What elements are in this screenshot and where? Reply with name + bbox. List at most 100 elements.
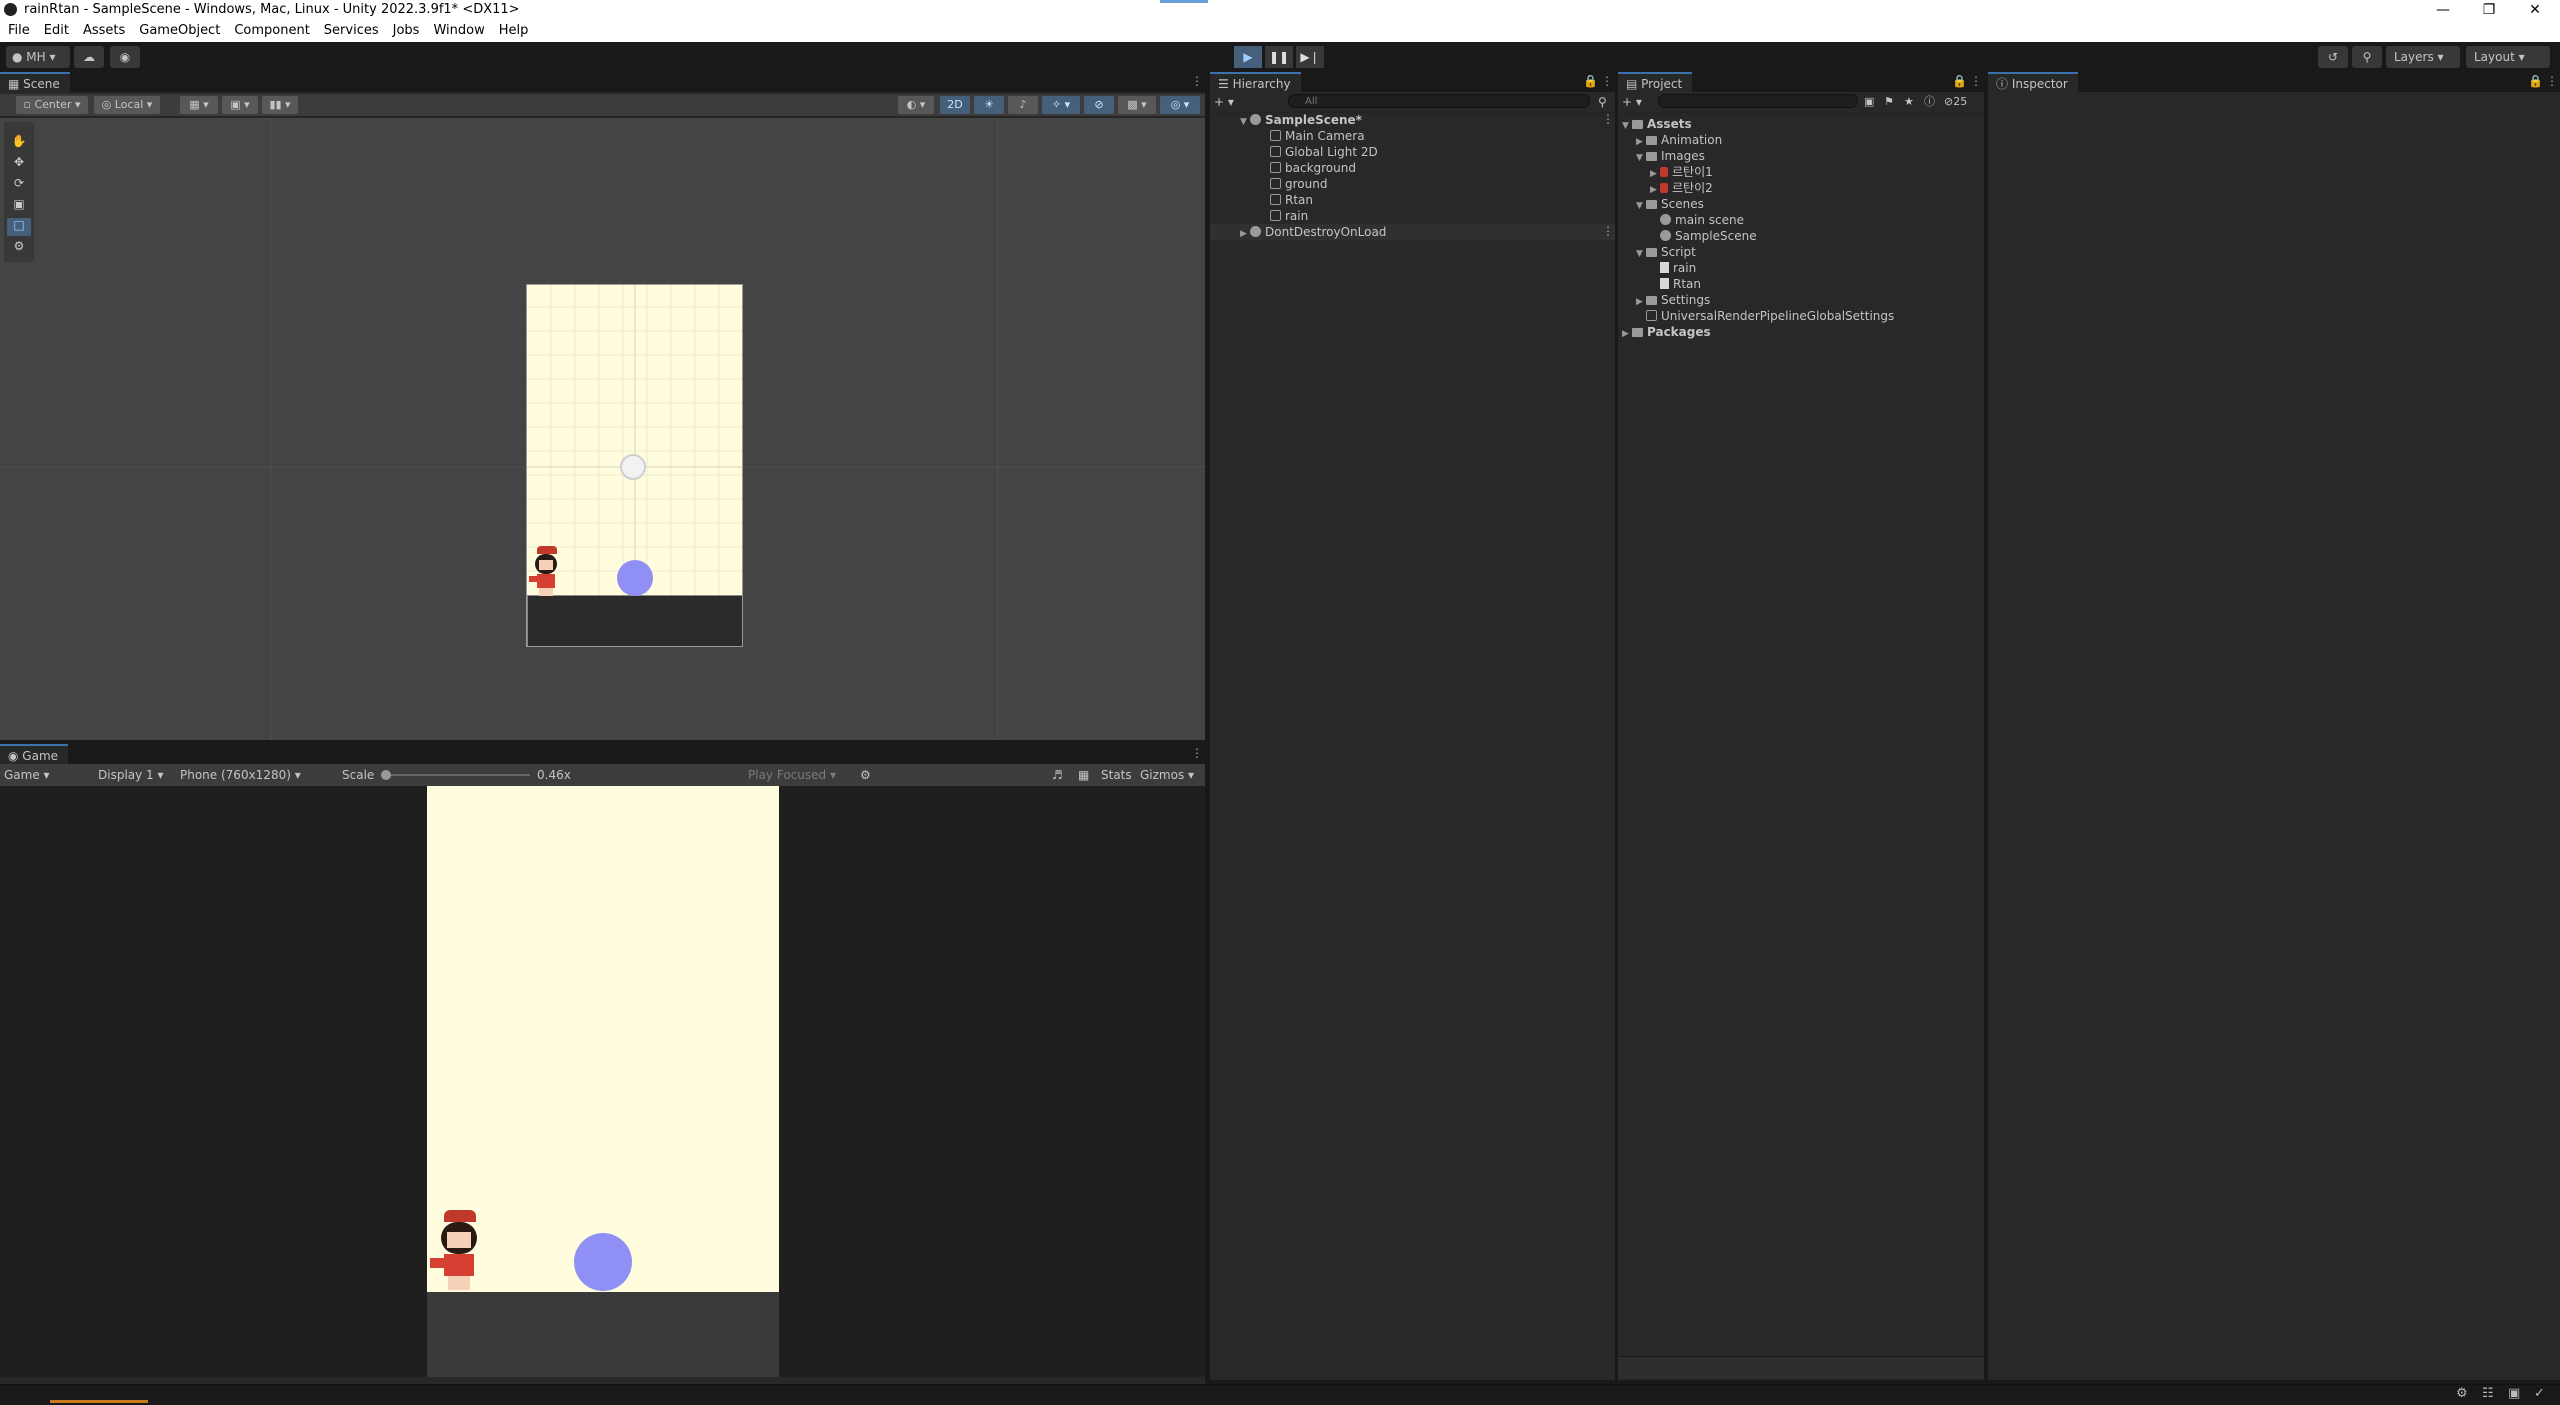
stats-button[interactable]: Stats xyxy=(1101,764,1132,786)
project-item-scenes[interactable]: ▼ Scenes xyxy=(1636,196,1704,212)
search-by-label-icon[interactable]: ⚑ xyxy=(1884,92,1894,112)
expand-arrow-icon[interactable]: ▶ xyxy=(1636,294,1646,310)
project-item-packages[interactable]: ▶ Packages xyxy=(1622,324,1711,340)
gizmos-icon[interactable]: ◎ ▾ xyxy=(1160,96,1200,114)
project-item-settings[interactable]: ▶ Settings xyxy=(1636,292,1710,308)
hierarchy-item-rtan[interactable]: Rtan xyxy=(1270,192,1313,208)
align-icon[interactable]: ▮▮ ▾ xyxy=(262,96,298,114)
draw-mode-icon[interactable]: ◐ ▾ xyxy=(898,96,934,114)
project-search-input[interactable] xyxy=(1658,94,1858,108)
menu-component[interactable]: Component xyxy=(227,20,316,42)
collab-icon[interactable]: ◉ xyxy=(110,46,140,68)
info-icon[interactable]: ⓘ xyxy=(1924,92,1935,112)
project-menu-icon[interactable]: ⋮ xyxy=(1970,74,1982,88)
menu-gameobject[interactable]: GameObject xyxy=(132,20,227,42)
expand-arrow-icon[interactable]: ▼ xyxy=(1636,150,1646,166)
game-mode-dropdown[interactable]: Game ▾ xyxy=(4,764,50,786)
hierarchy-add-button[interactable]: + ▾ xyxy=(1214,92,1234,112)
scene-menu-icon[interactable]: ⋮ xyxy=(1191,74,1203,88)
hand-tool-icon[interactable]: ✋ xyxy=(7,134,31,152)
hidden-objects-icon[interactable]: ⊘ xyxy=(1084,96,1114,114)
search-icon[interactable]: ⚲ xyxy=(2352,46,2382,68)
menu-services[interactable]: Services xyxy=(317,20,386,42)
expand-arrow-icon[interactable]: ▼ xyxy=(1636,198,1646,214)
scene-view[interactable]: ✋ ✥ ⟳ ▣ □ ⚙ xyxy=(0,118,1205,740)
ddol-options-icon[interactable]: ⋮ xyxy=(1602,224,1614,238)
scene-options-icon[interactable]: ⋮ xyxy=(1602,112,1614,126)
hidden-packages-icon[interactable]: ⊘25 xyxy=(1944,92,1967,112)
play-button[interactable]: ▶ xyxy=(1234,46,1262,68)
project-item-main-scene[interactable]: main scene xyxy=(1660,212,1744,228)
project-item-script[interactable]: ▼ Script xyxy=(1636,244,1696,260)
move-tool-icon[interactable]: ✥ xyxy=(7,155,31,173)
hierarchy-filter-icon[interactable]: ⚲ xyxy=(1598,92,1607,112)
project-item-samplescene[interactable]: SampleScene xyxy=(1660,228,1757,244)
menu-help[interactable]: Help xyxy=(492,20,536,42)
hierarchy-menu-icon[interactable]: ⋮ xyxy=(1601,74,1613,88)
rect-tool-icon[interactable]: □ xyxy=(7,218,31,236)
status-bug-icon[interactable]: ⚙ xyxy=(2456,1386,2468,1401)
scale-slider[interactable] xyxy=(381,770,530,780)
scale-slider-handle[interactable] xyxy=(381,770,391,780)
gizmos-dropdown[interactable]: Gizmos ▾ xyxy=(1140,764,1194,786)
resolution-dropdown[interactable]: Phone (760x1280) ▾ xyxy=(180,764,301,786)
cloud-icon[interactable]: ☁ xyxy=(74,46,104,68)
hierarchy-item-rain[interactable]: rain xyxy=(1270,208,1308,224)
expand-arrow-icon[interactable]: ▼ xyxy=(1240,114,1250,130)
mute-audio-icon[interactable]: ♬ xyxy=(1052,764,1063,786)
project-item-image1[interactable]: ▶ 르탄이1 xyxy=(1650,164,1713,180)
project-item-rain-script[interactable]: rain xyxy=(1660,260,1696,276)
game-menu-icon[interactable]: ⋮ xyxy=(1191,746,1203,760)
effects-icon[interactable]: ✧ ▾ xyxy=(1042,96,1080,114)
maximize-button[interactable]: ❐ xyxy=(2466,0,2512,20)
expand-arrow-icon[interactable]: ▶ xyxy=(1240,226,1250,242)
hierarchy-item-samplescene[interactable]: ▼ SampleScene* xyxy=(1240,112,1362,128)
hierarchy-item-dontdestroyonload[interactable]: ▶ DontDestroyOnLoad xyxy=(1240,224,1386,240)
expand-arrow-icon[interactable]: ▼ xyxy=(1636,246,1646,262)
project-item-animation[interactable]: ▶ Animation xyxy=(1636,132,1722,148)
lighting-icon[interactable]: ☀ xyxy=(974,96,1004,114)
favorites-icon[interactable]: ★ xyxy=(1904,92,1914,112)
account-dropdown[interactable]: ● MH ▾ xyxy=(6,46,70,68)
display-dropdown[interactable]: Display 1 ▾ xyxy=(98,764,164,786)
stats-grid-icon[interactable]: ▦ xyxy=(1078,764,1089,786)
hierarchy-item-background[interactable]: background xyxy=(1270,160,1356,176)
light-gizmo-icon[interactable] xyxy=(620,454,646,480)
menu-assets[interactable]: Assets xyxy=(76,20,132,42)
inspector-menu-icon[interactable]: ⋮ xyxy=(2546,74,2558,88)
tab-inspector[interactable]: ⓘ Inspector xyxy=(1988,72,2078,92)
menu-file[interactable]: File xyxy=(0,20,37,42)
hierarchy-search-input[interactable] xyxy=(1288,94,1590,108)
pivot-dropdown[interactable]: ▫ Center ▾ xyxy=(16,96,88,114)
rain-sprite[interactable] xyxy=(617,560,653,596)
menu-window[interactable]: Window xyxy=(426,20,491,42)
tab-project[interactable]: ▤ Project xyxy=(1618,72,1693,92)
project-add-button[interactable]: + ▾ xyxy=(1622,92,1642,112)
rtan-sprite[interactable] xyxy=(527,546,565,596)
inspector-lock-icon[interactable]: 🔒 xyxy=(2528,74,2543,88)
project-lock-icon[interactable]: 🔒 xyxy=(1952,74,1967,88)
minimize-button[interactable]: — xyxy=(2420,0,2466,20)
grid-snap-icon[interactable]: ▦ ▾ xyxy=(180,96,218,114)
expand-arrow-icon[interactable]: ▼ xyxy=(1622,118,1632,134)
close-button[interactable]: ✕ xyxy=(2512,0,2558,20)
status-cache-icon[interactable]: ▣ xyxy=(2508,1386,2520,1401)
project-item-urp-settings[interactable]: UniversalRenderPipelineGlobalSettings xyxy=(1646,308,1894,324)
scale-tool-icon[interactable]: ▣ xyxy=(7,197,31,215)
play-focused-dropdown[interactable]: Play Focused ▾ xyxy=(748,764,836,786)
project-item-image2[interactable]: ▶ 르탄이2 xyxy=(1650,180,1713,196)
layout-dropdown[interactable]: Layout ▾ xyxy=(2466,46,2550,68)
expand-arrow-icon[interactable]: ▶ xyxy=(1622,326,1632,342)
history-icon[interactable]: ↺ xyxy=(2318,46,2348,68)
step-button[interactable]: ▶❘ xyxy=(1296,46,1324,68)
menu-edit[interactable]: Edit xyxy=(37,20,76,42)
debug-icon[interactable]: ⚙ xyxy=(860,764,871,786)
tab-game[interactable]: ◉ Game xyxy=(0,744,69,764)
hierarchy-item-main-camera[interactable]: Main Camera xyxy=(1270,128,1365,144)
menu-jobs[interactable]: Jobs xyxy=(386,20,427,42)
hierarchy-item-global-light[interactable]: Global Light 2D xyxy=(1270,144,1378,160)
status-network-icon[interactable]: ☷ xyxy=(2482,1386,2494,1401)
rotate-tool-icon[interactable]: ⟳ xyxy=(7,176,31,194)
hierarchy-item-ground[interactable]: ground xyxy=(1270,176,1327,192)
camera-icon[interactable]: ▩ ▾ xyxy=(1118,96,1156,114)
